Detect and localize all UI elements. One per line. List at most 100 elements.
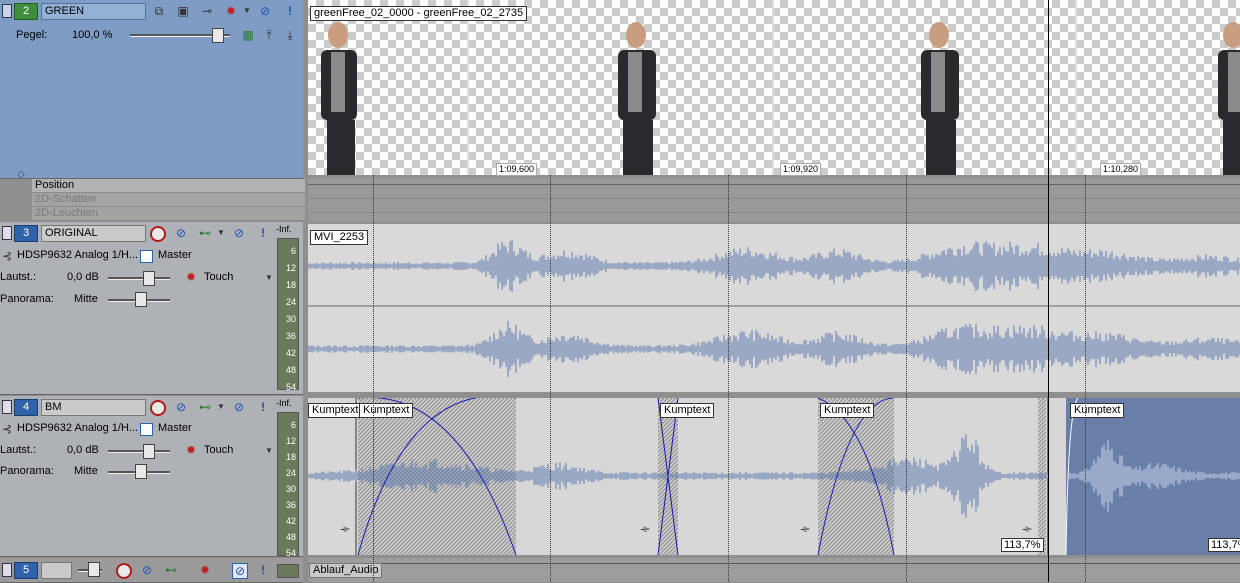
pan-slider-knob[interactable] [135,292,147,307]
automation-icon[interactable]: ⊷ [164,563,178,577]
automation-mode[interactable]: Touch [204,444,233,456]
input-device-icon: ⊰ [1,249,13,263]
solo-icon[interactable]: ! [283,4,297,18]
pan-slider-knob[interactable] [135,464,147,479]
track-name-field[interactable]: BM [41,399,146,416]
audio-clip-label[interactable]: Kumptext [1070,403,1125,418]
track-collapse-icon[interactable] [2,400,12,414]
automation-icon[interactable]: ⊷ [198,226,212,240]
meter-peak: -Inf. [276,398,292,408]
chevron-down-icon[interactable]: ▼ [262,271,276,285]
audio-clip-label[interactable]: Kumptext [820,403,875,418]
mute-icon[interactable]: ⊘ [232,563,248,579]
audio-clip-area[interactable]: Ablauf_Audio [308,558,1240,582]
track-collapse-icon[interactable] [2,563,12,577]
volume-slider[interactable] [108,450,170,453]
playhead-cursor[interactable] [1048,0,1049,582]
envelope-row[interactable]: Position [32,179,305,193]
audio-clip-area[interactable]: MVI_2253 [308,224,1240,392]
track-number[interactable]: 2 [14,3,38,20]
track-number[interactable]: 5 [14,562,38,579]
phase-invert-icon[interactable]: ⊘ [174,226,188,240]
track-name-field[interactable]: ORIGINAL [41,225,146,242]
volume-slider-knob[interactable] [88,562,100,577]
audio-clip-label[interactable]: Kumptext [359,403,414,418]
mute-icon[interactable]: ⊘ [232,400,246,414]
audio-clip-label[interactable]: Ablauf_Audio [309,563,383,578]
mute-icon[interactable]: ⊘ [258,4,272,18]
track-motion-icon[interactable]: ⊸ [200,4,214,18]
gear-icon[interactable]: ✹ [198,563,212,577]
pan-value: Mitte [74,293,98,305]
envelope-row[interactable]: 2D-Schatten [32,193,305,207]
bus-label[interactable]: Master [158,249,192,261]
gear-icon[interactable]: ✹ [224,4,238,18]
level-meter: 6 12 18 24 30 36 42 48 54 [277,412,299,558]
volume-value: 0,0 dB [67,271,99,283]
phase-invert-icon[interactable]: ⊘ [140,563,154,577]
track-name-field[interactable]: GREEN [41,3,146,20]
device-label[interactable]: HDSP9632 Analog 1/H... [17,249,138,261]
volume-value: 0,0 dB [67,444,99,456]
chevron-down-icon[interactable]: ▼ [240,4,254,18]
track-collapse-icon[interactable] [2,226,12,240]
level-meter: 6 12 18 24 30 36 42 48 54 [277,238,299,392]
record-arm-icon[interactable] [116,563,132,579]
clip-gain-percent: 113,7% [1001,538,1044,552]
level-slider-knob[interactable] [212,28,224,43]
frame-timestamp: 1:10,280 [1100,163,1142,176]
fade-handle-icon[interactable]: ⟛ [798,523,812,537]
keyframe-icon: ◇ [17,169,25,180]
solo-icon[interactable]: ! [256,563,270,577]
fx-icon[interactable]: ▦ [241,28,255,42]
level-meter [277,564,299,578]
phase-invert-icon[interactable]: ⊘ [174,400,188,414]
arrow-up-icon[interactable]: ⤒ [262,28,276,42]
gear-icon[interactable]: ✹ [184,270,198,284]
compositing-icon[interactable]: ⧉ [152,4,166,18]
chevron-down-icon[interactable]: ▼ [214,400,228,414]
chevron-down-icon[interactable]: ▼ [262,444,276,458]
fade-handle-icon[interactable]: ⟛ [338,523,352,537]
volume-slider-knob[interactable] [143,444,155,459]
audio-clip-label[interactable]: MVI_2253 [310,230,369,245]
video-thumbnails [321,0,1240,175]
audio-clip-area[interactable]: Kumptext Kumptext Kumptext Kumptext Kump… [308,398,1240,555]
grid-line [1085,175,1086,582]
bus-icon [140,250,153,263]
track-number[interactable]: 3 [14,225,38,242]
parent-overlay-icon[interactable]: ▣ [176,4,190,18]
record-arm-icon[interactable] [150,400,166,416]
audio-clip-label[interactable]: Kumptext [308,403,363,418]
device-label[interactable]: HDSP9632 Analog 1/H... [17,422,138,434]
video-clip-area[interactable]: greenFree_02_0000 - greenFree_02_2735 1:… [308,0,1240,176]
envelope-lane[interactable] [308,178,1240,222]
track-number[interactable]: 4 [14,399,38,416]
volume-slider[interactable] [108,277,170,280]
solo-icon[interactable]: ! [256,226,270,240]
record-arm-icon[interactable] [150,226,166,242]
video-clip-label[interactable]: greenFree_02_0000 - greenFree_02_2735 [310,6,528,21]
chevron-down-icon[interactable]: ▼ [214,226,228,240]
fade-handle-icon[interactable]: ⟛ [638,523,652,537]
track-collapse-icon[interactable] [2,4,12,18]
track-name-field[interactable] [41,562,72,579]
bus-icon [140,423,153,436]
solo-icon[interactable]: ! [256,400,270,414]
video-track-header: 2 GREEN ⧉ ▣ ⊸ ✹ ▼ ⊘ ! Pegel: 100,0 % ▦ ⤒… [0,0,303,180]
clip-gain-percent: 113,7% [1208,538,1240,552]
automation-mode[interactable]: Touch [204,271,233,283]
bus-label[interactable]: Master [158,422,192,434]
audio-track-header: 3 ORIGINAL ⊘ ⊷ ▼ ⊘ ! ⊰ HDSP9632 Analog 1… [0,222,303,395]
fade-handle-icon[interactable]: ⟛ [1020,523,1034,537]
level-value: 100,0 % [72,29,113,41]
input-device-icon: ⊰ [1,422,13,436]
arrow-down-icon[interactable]: ⤓ [283,28,297,42]
pan-label: Panorama: [0,293,54,305]
gear-icon[interactable]: ✹ [184,443,198,457]
volume-slider-knob[interactable] [143,271,155,286]
mute-icon[interactable]: ⊘ [232,226,246,240]
envelope-row[interactable]: 2D-Leuchten [32,207,305,221]
audio-clip-label[interactable]: Kumptext [660,403,715,418]
automation-icon[interactable]: ⊷ [198,400,212,414]
